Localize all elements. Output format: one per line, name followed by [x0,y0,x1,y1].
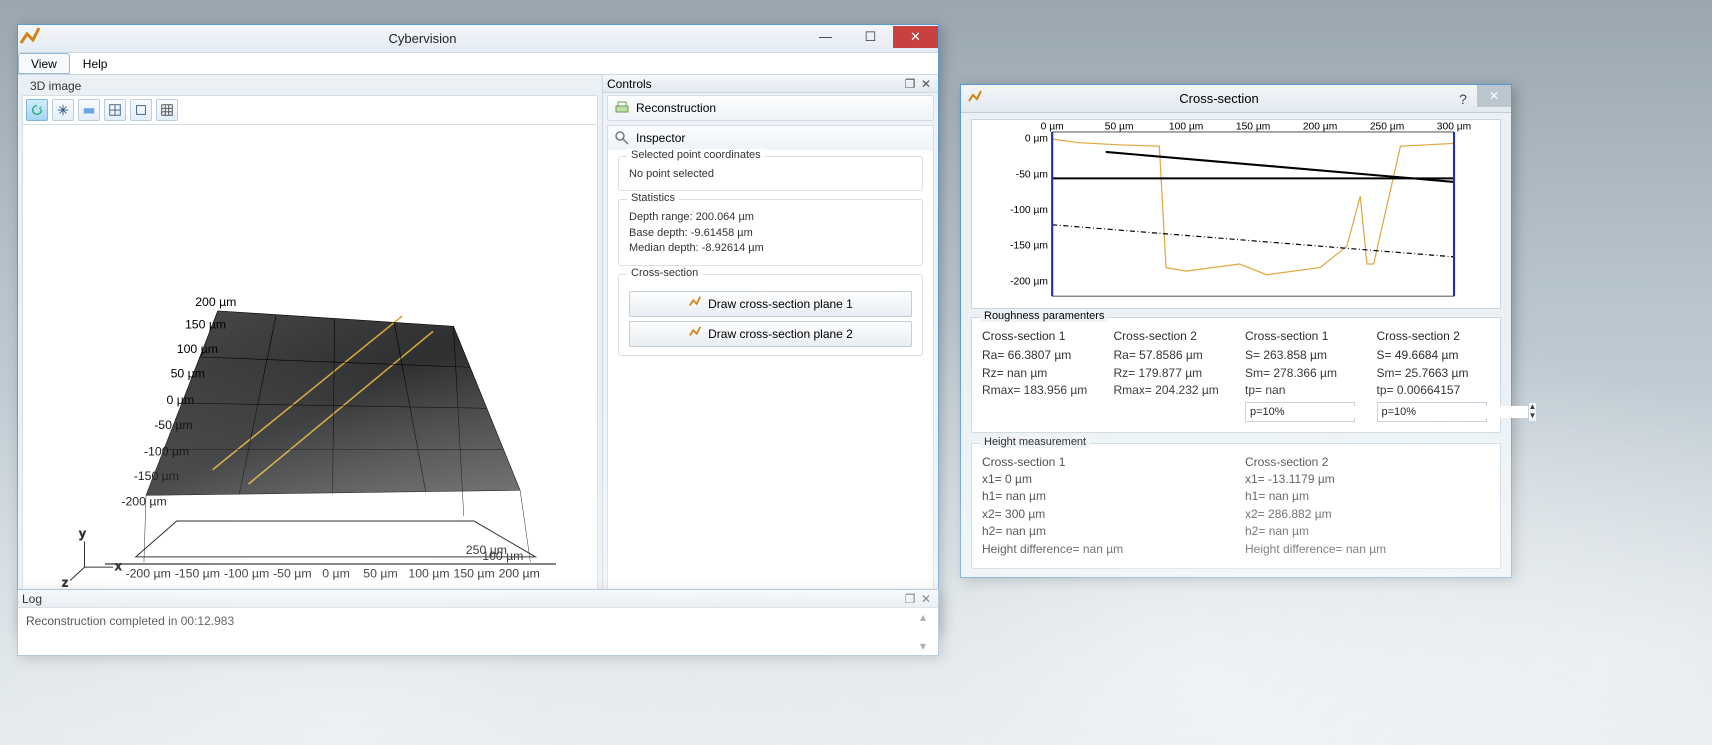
height-measurement: Height measurement Cross-section 1 x1= 0… [971,443,1501,569]
log-scrollbar[interactable]: ▴▾ [920,610,934,653]
svg-text:-200 µm: -200 µm [126,566,171,580]
draw-plane-2-button[interactable]: Draw cross-section plane 2 [629,321,912,347]
app-icon [18,25,42,52]
svg-text:0 µm: 0 µm [1041,121,1064,132]
svg-text:y: y [79,526,86,540]
svg-text:0 µm: 0 µm [322,566,350,580]
window-title: Cybervision [42,31,803,46]
chart-icon [961,89,989,108]
surface-tool[interactable] [78,99,100,121]
acc-reconstruction[interactable]: Reconstruction [607,95,934,121]
svg-text:150 µm: 150 µm [185,317,226,331]
acc-inspector-head[interactable]: Inspector [608,126,933,150]
draw-plane-1-button[interactable]: Draw cross-section plane 1 [629,291,912,317]
svg-text:150 µm: 150 µm [454,566,495,580]
svg-text:100 µm: 100 µm [1169,121,1203,132]
cs-close-button[interactable]: ✕ [1477,85,1511,107]
svg-text:200 µm: 200 µm [195,295,236,309]
svg-text:-150 µm: -150 µm [1010,241,1048,252]
p-spinner-1[interactable]: ▲▼ [1245,402,1355,422]
log-float-button[interactable]: ❐ [902,592,918,606]
reconstruction-icon [614,100,630,116]
p-spinner-2[interactable]: ▲▼ [1377,402,1487,422]
svg-text:250 µm: 250 µm [1370,121,1404,132]
minimize-button[interactable]: — [803,26,848,48]
p-input-1[interactable] [1246,406,1396,418]
svg-text:150 µm: 150 µm [1236,121,1270,132]
svg-text:-200 µm: -200 µm [121,495,166,509]
svg-text:-150 µm: -150 µm [134,469,179,483]
chart-icon [688,325,702,342]
magnifier-icon [614,130,630,146]
close-button[interactable]: ✕ [893,26,938,48]
chart-icon [688,295,702,312]
view3d-tab[interactable]: 3D image [22,79,598,95]
selected-point-value: No point selected [629,167,912,182]
bounds-tool[interactable] [130,99,152,121]
log-close-button[interactable]: ✕ [918,592,934,606]
svg-text:100 µm: 100 µm [408,566,449,580]
log-dock: Log ❐ ✕ Reconstruction completed in 00:1… [17,589,939,656]
pan-tool[interactable] [52,99,74,121]
svg-text:50 µm: 50 µm [1105,121,1134,132]
menubar: View Help [18,53,938,75]
svg-text:50 µm: 50 µm [363,566,397,580]
toolbar-3d [22,95,598,125]
svg-text:-150 µm: -150 µm [175,566,220,580]
log-line: Reconstruction completed in 00:12.983 [26,614,234,628]
roughness-params: Roughness paramenters Cross-section 1 Ra… [971,317,1501,433]
main-window: Cybervision — ☐ ✕ View Help 3D image [17,24,939,632]
svg-text:-100 µm: -100 µm [1010,205,1048,216]
svg-text:-200 µm: -200 µm [1010,276,1048,287]
group-statistics: Statistics Depth range: 200.064 µm Base … [618,199,923,265]
svg-text:-100 µm: -100 µm [224,566,269,580]
titlebar[interactable]: Cybervision — ☐ ✕ [18,25,938,53]
view-3d[interactable]: y x z 200 µm 150 µm 100 µm 50 µm 0 µm -5… [22,125,598,631]
log-title: Log [22,592,42,606]
dock-float-button[interactable]: ❐ [902,77,918,91]
svg-text:-50 µm: -50 µm [1016,169,1048,180]
group-selected-point: Selected point coordinates No point sele… [618,156,923,191]
cross-section-chart[interactable]: 0 µm 50 µm 100 µm 150 µm 200 µm 250 µm 300 µm 0… [971,119,1501,309]
cs-window-title: Cross-section [989,91,1449,106]
svg-text:0 µm: 0 µm [167,393,195,407]
acc-reconstruction-label: Reconstruction [636,101,716,115]
svg-text:-100 µm: -100 µm [144,444,189,458]
svg-text:-50 µm: -50 µm [273,566,311,580]
acc-inspector-label: Inspector [636,131,685,145]
dock-close-button[interactable]: ✕ [918,77,934,91]
cs-titlebar[interactable]: Cross-section ? ✕ [961,85,1511,113]
controls-dock-header[interactable]: Controls ❐ ✕ [603,75,938,93]
svg-text:200 µm: 200 µm [499,566,540,580]
svg-text:0 µm: 0 µm [1025,134,1048,145]
svg-text:200 µm: 200 µm [1303,121,1337,132]
grid-tool[interactable] [156,99,178,121]
controls-dock: Controls ❐ ✕ Reconstruction [602,75,938,631]
svg-text:50 µm: 50 µm [171,367,205,381]
controls-dock-title: Controls [607,77,652,91]
wireframe-tool[interactable] [104,99,126,121]
menu-help[interactable]: Help [70,53,121,74]
log-dock-header[interactable]: Log ❐ ✕ [18,590,938,608]
cross-section-window: Cross-section ? ✕ 0 µm 50 µm 100 µm 150 µm 2… [960,84,1512,578]
svg-text:z: z [62,576,68,590]
acc-inspector: Inspector Selected point coordinates No … [607,125,934,599]
spin-down-icon[interactable]: ▼ [1528,412,1537,421]
menu-view[interactable]: View [18,53,70,74]
log-body[interactable]: Reconstruction completed in 00:12.983 ▴▾ [18,608,938,655]
svg-text:100 µm: 100 µm [177,342,218,356]
svg-text:300 µm: 300 µm [1437,121,1471,132]
group-cross-section: Cross-section Draw cross-section plane 1 [618,274,923,356]
left-panel: 3D image [18,75,602,631]
svg-text:x: x [115,559,122,573]
svg-text:-50 µm: -50 µm [154,418,192,432]
rotate-tool[interactable] [26,99,48,121]
maximize-button[interactable]: ☐ [848,26,893,48]
p-input-2[interactable] [1378,406,1528,418]
svg-text:100 µm: 100 µm [482,549,523,563]
help-button[interactable]: ? [1449,89,1477,109]
